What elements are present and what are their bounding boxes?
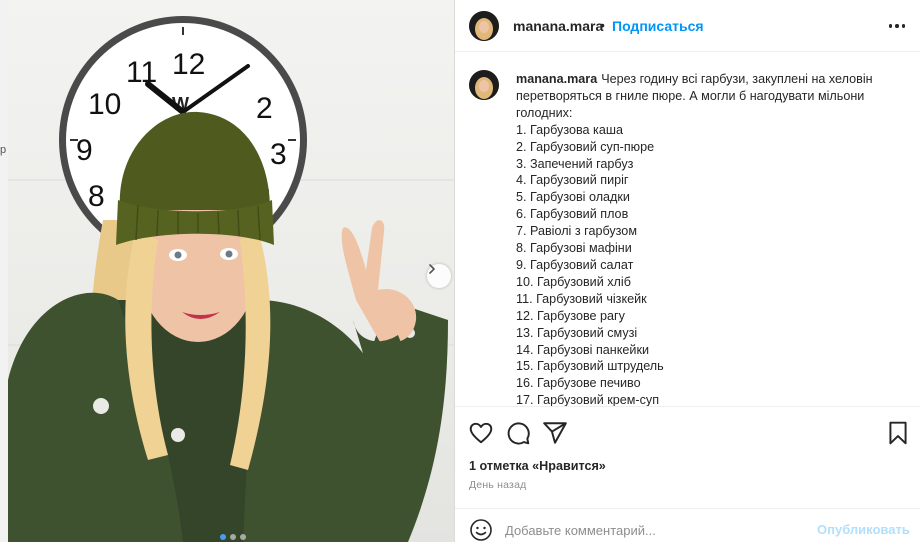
smiley-icon[interactable] [469, 518, 493, 542]
follow-button[interactable]: Подписаться [612, 18, 704, 34]
caption-list-item: 3. Запечений гарбуз [516, 156, 634, 171]
clock-number: 3 [270, 138, 287, 171]
caption-list-item: 7. Равіолі з гарбузом [516, 224, 637, 239]
post-caption: manana.mara Через годину всі гарбузи, зак… [516, 71, 901, 407]
caption-area: manana.mara Через годину всі гарбузи, зак… [455, 52, 920, 407]
caption-list-item: 14. Гарбузові панкейки [516, 342, 649, 357]
carousel-indicator [220, 534, 246, 540]
caption-list-item: 2. Гарбузовий суп-пюре [516, 139, 655, 154]
carousel-next-button[interactable] [427, 264, 451, 288]
caption-list-item: 17. Гарбузовий крем-суп [516, 393, 660, 407]
caption-list-item: 12. Гарбузове рагу [516, 308, 625, 323]
caption-list-item: 1. Гарбузова каша [516, 122, 623, 137]
avatar-image [469, 70, 499, 100]
comment-bar: Опубликовать [455, 508, 920, 542]
more-horizontal-icon[interactable] [885, 16, 909, 36]
post-photo[interactable]: 12 2 3 4 8 9 10 11 W [8, 0, 454, 542]
caption-list-item: 4. Гарбузовий пиріг [516, 173, 629, 188]
caption-list-item: 10. Гарбузовий хліб [516, 274, 631, 289]
post-header: manana.mara • Подписаться [455, 0, 920, 52]
left-gutter: р [0, 0, 8, 542]
caption-list-item: 13. Гарбузовий смузі [516, 325, 638, 340]
comment-bubble-icon[interactable] [505, 420, 531, 446]
caption-list-item: 16. Гарбузове печиво [516, 376, 641, 391]
caption-list-item: 11. Гарбузовий чізкейк [516, 291, 647, 306]
comment-input[interactable] [505, 520, 805, 540]
likes-count[interactable]: 1 отметка «Нравится» [469, 459, 606, 473]
clock-number: 9 [76, 134, 93, 167]
caption-list-item: 5. Гарбузові оладки [516, 190, 630, 205]
clock-number: 12 [172, 48, 205, 81]
avatar[interactable] [469, 11, 499, 41]
publish-button[interactable]: Опубликовать [817, 522, 910, 537]
paper-plane-icon[interactable] [542, 420, 568, 446]
username[interactable]: manana.mara [513, 18, 603, 34]
carousel-dot [220, 534, 226, 540]
left-gutter-mark: р [0, 144, 7, 156]
photo-illustration: 12 2 3 4 8 9 10 11 W [8, 16, 454, 542]
post-timestamp[interactable]: День назад [469, 479, 526, 491]
caption-list-item: 8. Гарбузові мафіни [516, 241, 632, 256]
heart-icon[interactable] [468, 420, 494, 446]
caption-list-item: 6. Гарбузовий плов [516, 207, 629, 222]
carousel-dot [230, 534, 236, 540]
caption-list: 1. Гарбузова каша 2. Гарбузовий суп-пюре 3… [516, 122, 901, 407]
caption-list-item: 15. Гарбузовий штрудель [516, 359, 664, 374]
post-actions [455, 420, 920, 446]
caption-list-item: 9. Гарбузовий салат [516, 257, 634, 272]
clock-number: 2 [256, 92, 273, 125]
separator-dot: • [600, 17, 605, 33]
avatar[interactable] [469, 70, 499, 100]
clock-number: 10 [88, 88, 121, 121]
clock-number: 8 [88, 180, 105, 213]
caption-username[interactable]: manana.mara [516, 72, 597, 86]
carousel-dot [240, 534, 246, 540]
avatar-image [469, 11, 499, 41]
bookmark-icon[interactable] [885, 420, 911, 446]
chevron-right-icon [429, 264, 435, 274]
post-sidebar: manana.mara • Подписаться manana.mara Чер… [454, 0, 920, 542]
